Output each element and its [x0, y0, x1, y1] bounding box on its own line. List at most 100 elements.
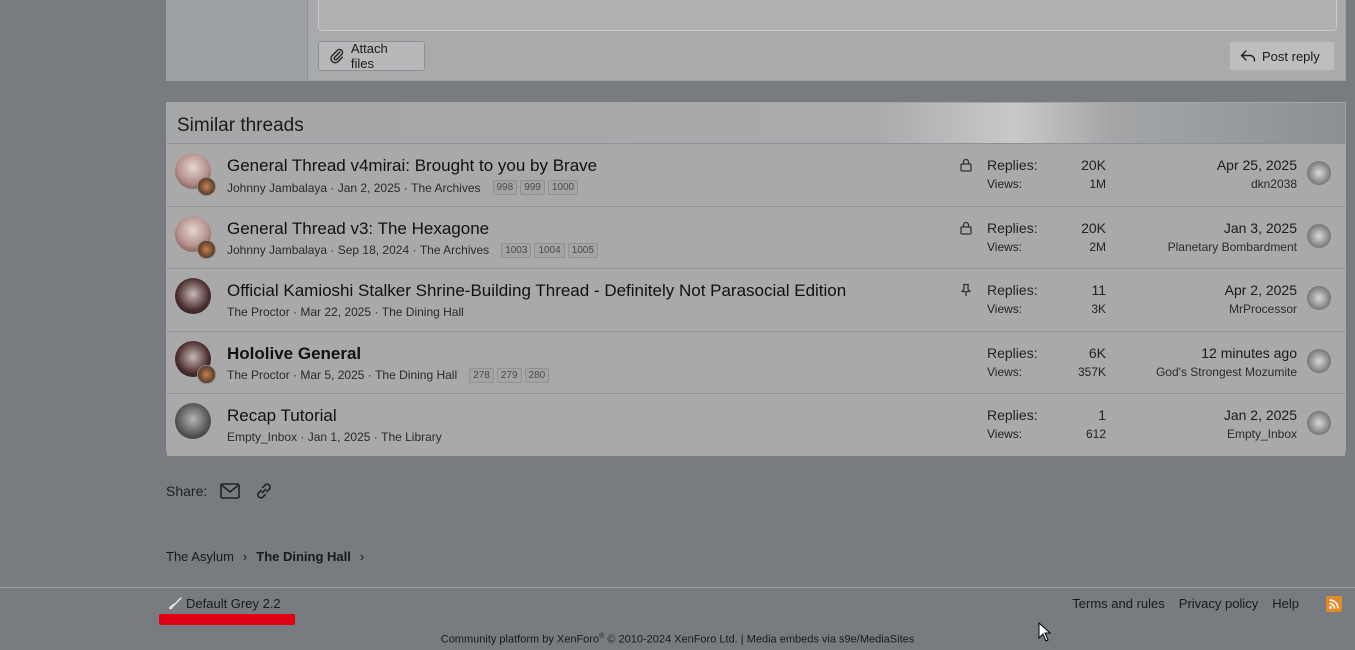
thread-forum[interactable]: The Dining Hall — [375, 368, 457, 382]
page-jump-link[interactable]: 1004 — [534, 242, 565, 258]
thread-title[interactable]: Official Kamioshi Stalker Shrine-Buildin… — [227, 281, 846, 301]
thread-author[interactable]: The Proctor — [227, 368, 290, 382]
thread-row[interactable]: Recap Tutorial Empty_Inbox · Jan 1, 2025… — [167, 394, 1345, 456]
thread-forum[interactable]: The Archives — [420, 243, 489, 257]
last-poster-avatar[interactable] — [1307, 348, 1331, 373]
terms-link[interactable]: Terms and rules — [1072, 596, 1164, 611]
meta-separator: · — [327, 243, 338, 257]
last-post-date[interactable]: Jan 2, 2025 — [1224, 407, 1297, 423]
views-label: Views: — [987, 427, 1023, 441]
last-post-user[interactable]: MrProcessor — [1229, 302, 1297, 316]
thread-start-date[interactable]: Mar 22, 2025 — [300, 305, 371, 319]
paintbrush-icon — [169, 597, 182, 610]
thread-start-date[interactable]: Sep 18, 2024 — [338, 243, 409, 257]
page-jump-link[interactable]: 278 — [469, 367, 494, 383]
breadcrumb-item-asylum[interactable]: The Asylum — [166, 549, 234, 564]
meta-separator: · — [297, 430, 308, 444]
last-post-user[interactable]: Empty_Inbox — [1227, 427, 1297, 441]
quick-reply-block: Attach files Post reply — [166, 0, 1346, 81]
last-post-date[interactable]: Apr 2, 2025 — [1225, 282, 1297, 298]
page-jump-link[interactable]: 1000 — [547, 180, 579, 195]
last-post-date[interactable]: Apr 25, 2025 — [1217, 157, 1297, 173]
breadcrumb-item-dining-hall[interactable]: The Dining Hall — [256, 549, 351, 564]
reply-editor[interactable] — [318, 0, 1337, 31]
meta-separator: · — [370, 430, 382, 444]
page-jump-link[interactable]: 279 — [496, 367, 522, 383]
thread-start-date[interactable]: Mar 5, 2025 — [300, 368, 364, 382]
views-count: 1M — [1089, 177, 1106, 191]
thread-author[interactable]: The Proctor — [227, 305, 290, 319]
thread-author[interactable]: Johnny Jambalaya — [227, 181, 327, 195]
thread-list: General Thread v4mirai: Brought to you b… — [167, 144, 1345, 456]
thread-title[interactable]: General Thread v4mirai: Brought to you b… — [227, 156, 597, 176]
user-banner-badge — [197, 364, 216, 384]
meta-separator: · — [400, 180, 412, 195]
replies-count: 11 — [1091, 282, 1106, 298]
thread-title[interactable]: Hololive General — [227, 344, 361, 364]
page-jump-link[interactable]: 999 — [520, 180, 545, 195]
post-reply-button[interactable]: Post reply — [1229, 41, 1335, 71]
replies-label: Replies: — [987, 157, 1038, 173]
thread-row[interactable]: General Thread v3: The Hexagone Johnny J… — [167, 206, 1345, 269]
avatar[interactable] — [175, 278, 211, 314]
page-jump-link[interactable]: 998 — [492, 180, 518, 195]
last-post-user[interactable]: Planetary Bombardment — [1168, 240, 1297, 254]
reply-arrow-icon — [1240, 50, 1256, 62]
views-count: 357K — [1077, 364, 1106, 379]
thread-title[interactable]: Recap Tutorial — [227, 406, 337, 426]
replies-label: Replies: — [987, 407, 1038, 423]
red-annotation-underline — [159, 614, 295, 625]
avatar[interactable] — [175, 403, 211, 439]
last-post-date[interactable]: 12 minutes ago — [1201, 345, 1297, 361]
email-icon[interactable] — [219, 481, 241, 501]
xenforo-link[interactable]: Community platform by XenForo — [441, 634, 599, 646]
meta-separator: · — [409, 243, 420, 257]
thread-start-date[interactable]: Jan 1, 2025 — [308, 430, 371, 444]
thread-author[interactable]: Empty_Inbox — [227, 430, 297, 444]
share-bar: Share: — [166, 481, 275, 501]
thread-row[interactable]: Hololive General The Proctor · Mar 5, 20… — [167, 331, 1345, 394]
thread-forum[interactable]: The Dining Hall — [382, 305, 464, 319]
rss-icon[interactable] — [1326, 596, 1342, 612]
views-count: 612 — [1085, 427, 1106, 441]
style-chooser-link[interactable]: Default Grey 2.2 — [169, 596, 281, 611]
attach-files-button[interactable]: Attach files — [318, 41, 425, 71]
similar-threads-block: Similar threads General Thread v4mirai: … — [166, 102, 1346, 456]
chevron-right-icon: › — [242, 549, 248, 564]
privacy-link[interactable]: Privacy policy — [1179, 596, 1258, 611]
meta-separator: · — [289, 305, 301, 319]
link-icon[interactable] — [253, 481, 275, 501]
thread-meta: Johnny Jambalaya · Sep 18, 2024 · The Ar… — [227, 242, 598, 258]
thread-forum[interactable]: The Library — [381, 430, 442, 444]
page-jump-link[interactable]: 1003 — [501, 242, 532, 258]
last-poster-avatar[interactable] — [1307, 411, 1331, 435]
thread-row[interactable]: General Thread v4mirai: Brought to you b… — [167, 144, 1345, 207]
copyright-rest: © 2010-2024 XenForo Ltd. | Media embeds … — [604, 633, 915, 646]
similar-threads-heading: Similar threads — [167, 103, 1345, 144]
last-post-user[interactable]: dkn2038 — [1251, 177, 1297, 191]
thread-meta: Empty_Inbox · Jan 1, 2025 · The Library — [227, 430, 442, 444]
page-jump-link[interactable]: 280 — [524, 367, 550, 383]
footer-divider — [0, 587, 1355, 588]
thread-start-date[interactable]: Jan 2, 2025 — [338, 181, 401, 195]
thread-forum[interactable]: The Archives — [411, 181, 480, 195]
views-label: Views: — [987, 239, 1023, 254]
thread-title[interactable]: General Thread v3: The Hexagone — [227, 219, 489, 239]
thread-meta: Johnny Jambalaya · Jan 2, 2025 · The Arc… — [227, 180, 579, 195]
paperclip-icon — [330, 48, 344, 64]
share-label: Share: — [166, 483, 208, 499]
meta-separator: · — [289, 368, 301, 382]
mouse-cursor-icon — [1038, 622, 1052, 642]
help-link[interactable]: Help — [1272, 596, 1299, 611]
last-post-user[interactable]: God's Strongest Mozumite — [1156, 365, 1297, 379]
last-post-date[interactable]: Jan 3, 2025 — [1224, 220, 1297, 236]
thread-row[interactable]: Official Kamioshi Stalker Shrine-Buildin… — [167, 269, 1345, 332]
thread-author[interactable]: Johnny Jambalaya — [227, 243, 327, 257]
page-jump-list: 278 279 280 — [469, 367, 550, 383]
style-name: Default Grey 2.2 — [186, 596, 281, 611]
last-poster-avatar[interactable] — [1307, 161, 1331, 185]
last-poster-avatar[interactable] — [1307, 286, 1331, 310]
copyright-text: Community platform by XenForo® © 2010-20… — [0, 633, 1355, 646]
page-jump-link[interactable]: 1005 — [567, 242, 598, 258]
last-poster-avatar[interactable] — [1307, 223, 1331, 248]
